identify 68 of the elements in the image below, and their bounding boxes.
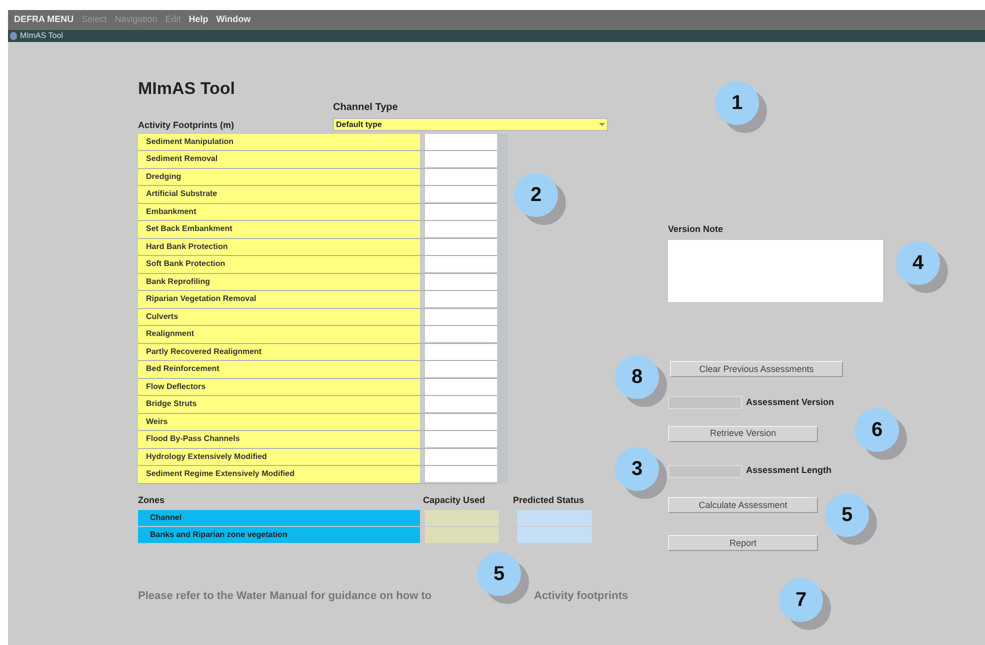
form-title: MImAS Tool	[138, 80, 236, 97]
footprint-input[interactable]	[425, 221, 497, 237]
footprint-input[interactable]	[425, 431, 497, 447]
action-button[interactable]: Report	[668, 535, 818, 551]
footprint-input[interactable]	[425, 168, 497, 184]
app-icon	[10, 32, 17, 40]
activity-label: Set Back Embankment	[138, 221, 420, 238]
footprint-input[interactable]	[425, 361, 497, 377]
activity-label: Bank Reprofiling	[138, 274, 420, 290]
activity-label: Bed Reinforcement	[138, 361, 420, 378]
activity-label: Weirs	[138, 414, 420, 430]
guidance-text: Activity footprints	[534, 589, 628, 604]
footprint-input[interactable]	[425, 238, 497, 254]
footprint-input[interactable]	[425, 291, 497, 307]
assessment-version-field[interactable]	[668, 396, 742, 409]
activity-label: Sediment Manipulation	[138, 134, 420, 150]
field-label: Channel Type	[333, 101, 399, 115]
field-label: Version Note	[668, 223, 724, 236]
menu-item[interactable]: DEFRA MENU	[14, 13, 74, 27]
action-button[interactable]: Retrieve Version	[668, 426, 818, 442]
action-button[interactable]: Clear Previous Assessments	[670, 361, 843, 377]
section-label: Zones	[138, 494, 166, 506]
footprint-input[interactable]	[425, 308, 497, 324]
footprint-input[interactable]	[425, 378, 497, 394]
scrollbar[interactable]	[498, 134, 508, 484]
footprint-input[interactable]	[425, 448, 497, 464]
activity-label: Flow Deflectors	[138, 378, 420, 395]
activity-label: Artificial Substrate	[138, 186, 420, 202]
menu-item[interactable]: Help	[188, 13, 208, 27]
footprint-input[interactable]	[425, 256, 497, 272]
activity-label: Culverts	[138, 308, 420, 325]
footprint-input[interactable]	[425, 326, 497, 342]
footprint-input[interactable]	[425, 151, 497, 167]
guidance-text: Please refer to the Water Manual for guidance on how to	[138, 589, 432, 604]
field-label: Assessment Length	[746, 464, 832, 477]
activity-label: Partly Recovered Realignment	[138, 344, 420, 360]
activity-label: Flood By-Pass Channels	[138, 431, 420, 448]
footprint-input[interactable]	[425, 204, 497, 220]
activity-label: Realignment	[138, 326, 420, 342]
footprint-input[interactable]	[425, 134, 497, 150]
column-header: Predicted Status	[513, 494, 584, 506]
footprint-input[interactable]	[425, 186, 497, 202]
footprint-input[interactable]	[425, 414, 497, 430]
assessment-length-field[interactable]	[668, 464, 742, 478]
footprint-input[interactable]	[425, 396, 497, 412]
field-label: Assessment Version	[746, 396, 834, 408]
version-note-field[interactable]	[668, 240, 883, 302]
caret-icon	[599, 123, 605, 126]
zone-label: Banks and Riparian zone vegetation	[138, 527, 420, 543]
window-title: MImAS Tool	[20, 32, 63, 40]
column-header: Capacity Used	[422, 494, 486, 507]
action-button[interactable]: Calculate Assessment	[668, 497, 818, 513]
activity-label: Sediment Removal	[138, 151, 420, 168]
activity-label: Hard Bank Protection	[138, 238, 420, 255]
footprint-input[interactable]	[425, 274, 497, 290]
activity-label: Riparian Vegetation Removal	[138, 291, 420, 308]
menu-item[interactable]: Window	[216, 13, 251, 27]
activity-label: Hydrology Extensively Modified	[138, 448, 420, 465]
activity-label: Sediment Regime Extensively Modified	[138, 466, 420, 482]
zone-label: Channel	[138, 510, 420, 526]
section-label: Activity Footprints (m)	[138, 119, 235, 132]
activity-label: Soft Bank Protection	[138, 256, 420, 272]
channel-type-dropdown[interactable]: Default type	[333, 118, 608, 131]
activity-label: Dredging	[138, 168, 420, 185]
footprint-input[interactable]	[425, 466, 497, 482]
activity-label: Embankment	[138, 204, 420, 220]
activity-label: Bridge Struts	[138, 396, 420, 412]
footprint-input[interactable]	[425, 344, 497, 360]
